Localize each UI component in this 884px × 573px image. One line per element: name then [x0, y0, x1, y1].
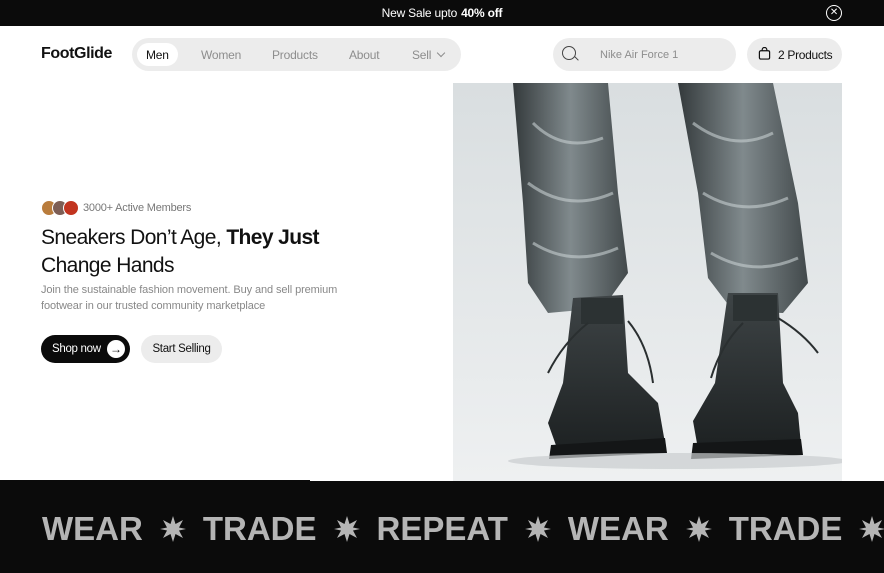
cart-button[interactable]: 2 Products: [747, 38, 842, 71]
nav-item-women[interactable]: Women: [201, 38, 241, 71]
nav-item-sell-label: Sell: [412, 47, 432, 62]
hero-subtext: Join the sustainable fashion movement. B…: [41, 284, 338, 312]
marquee-word: TRADE: [728, 510, 843, 547]
shop-now-label: Shop now: [52, 343, 101, 355]
nav-item-sell[interactable]: Sell: [412, 38, 446, 71]
marquee-word: WEAR: [42, 510, 143, 547]
marquee-word: WEAR: [567, 510, 669, 547]
avatar-stack: [41, 200, 81, 216]
shopping-bag-icon: [758, 47, 771, 60]
arrow-right-icon: →: [107, 340, 125, 358]
shop-now-button[interactable]: Shop now →: [41, 335, 130, 363]
headline-regular: Sneakers Don’t Age,: [41, 226, 222, 249]
members-badge: 3000+ Active Members: [41, 200, 191, 216]
start-selling-button[interactable]: Start Selling: [141, 335, 222, 363]
marquee-band: WEAR TRADE REPEAT WEAR TRADE: [0, 481, 884, 573]
cart-label: 2 Products: [778, 48, 833, 62]
close-circle-icon[interactable]: ✕: [826, 5, 842, 21]
star-icon: [159, 516, 186, 542]
announcement-text: New Sale upto: [381, 6, 458, 20]
nav-item-products[interactable]: Products: [272, 38, 318, 71]
avatar: [63, 200, 79, 216]
headline-bold: They Just: [226, 226, 319, 249]
nav-item-about[interactable]: About: [349, 38, 380, 71]
logo[interactable]: FootGlide: [41, 45, 112, 63]
marquee-word: TRADE: [202, 510, 317, 547]
announcement-bar: New Sale upto 40% off ✕: [0, 0, 884, 26]
search-input[interactable]: [600, 46, 725, 63]
members-count: 3000+ Active Members: [83, 202, 192, 214]
star-icon: [333, 516, 360, 542]
star-icon: [859, 516, 884, 542]
chevron-down-icon: [436, 48, 446, 57]
hero-headline: Sneakers Don’t Age, They Just Change Han…: [41, 224, 381, 280]
headline-line2: Change Hands: [41, 254, 175, 277]
star-icon: [524, 516, 551, 542]
star-icon: [685, 516, 712, 542]
announcement-highlight: 40% off: [461, 6, 503, 20]
search-icon[interactable]: [562, 46, 576, 60]
nav-item-men[interactable]: Men: [137, 43, 178, 66]
search-bar[interactable]: [553, 38, 736, 71]
main-nav: Men Women Products About Sell: [132, 38, 461, 71]
marquee-word: REPEAT: [376, 510, 508, 547]
hero-image: [453, 83, 842, 481]
